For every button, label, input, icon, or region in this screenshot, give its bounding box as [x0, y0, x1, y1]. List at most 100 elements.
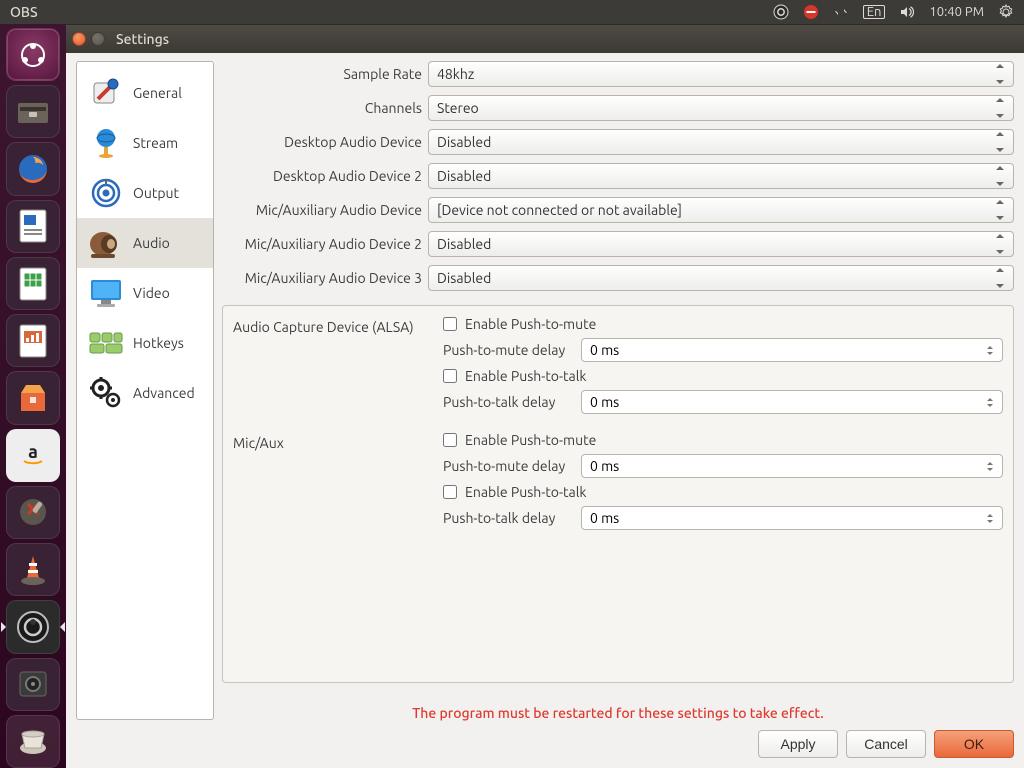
combo-value: 48khz [437, 66, 474, 82]
launcher-trash[interactable] [6, 715, 60, 768]
settings-main: Sample Rate 48khz Channels Stereo Deskto… [222, 61, 1014, 720]
sample-rate-select[interactable]: 48khz [428, 61, 1014, 87]
spin-icon [996, 132, 1010, 152]
spin-icon [987, 393, 999, 411]
sidebar-item-label: Audio [133, 235, 170, 251]
clock[interactable]: 10:40 PM [929, 5, 984, 19]
audio-icon [87, 224, 125, 262]
alsa-ptm-enable[interactable]: Enable Push-to-mute [443, 316, 1003, 332]
checkbox-label: Enable Push-to-mute [465, 316, 596, 332]
video-icon [87, 274, 125, 312]
micaux-ptt-delay-input[interactable]: 0 ms [581, 506, 1003, 530]
desktop-audio-select[interactable]: Disabled [428, 129, 1014, 155]
spinbox-value: 0 ms [590, 394, 619, 410]
combo-value: Disabled [437, 168, 491, 184]
spin-icon [996, 98, 1010, 118]
checkbox-label: Enable Push-to-talk [465, 484, 586, 500]
window-title: Settings [116, 31, 169, 47]
apply-button[interactable]: Apply [758, 730, 838, 758]
checkbox[interactable] [443, 485, 457, 499]
alsa-ptt-enable[interactable]: Enable Push-to-talk [443, 368, 1003, 384]
settings-sidebar: General Stream Output Audio Video [76, 61, 214, 720]
close-icon[interactable] [72, 32, 86, 46]
hotkeys-icon [87, 324, 125, 362]
alsa-ptm-delay-input[interactable]: 0 ms [581, 338, 1003, 362]
micaux-ptt-enable[interactable]: Enable Push-to-talk [443, 484, 1003, 500]
launcher-calc[interactable] [6, 257, 60, 310]
sidebar-item-label: General [133, 85, 182, 101]
launcher-impress[interactable] [6, 314, 60, 367]
sidebar-item-advanced[interactable]: Advanced [77, 368, 213, 418]
combo-value: Disabled [437, 134, 491, 150]
window-titlebar[interactable]: Settings [66, 25, 1024, 53]
settings-window: Settings General Stream Output [66, 24, 1024, 768]
launcher-files[interactable] [6, 85, 60, 138]
launcher-vlc[interactable] [6, 543, 60, 596]
combo-value: Disabled [437, 236, 491, 252]
mic-aux-select[interactable]: [Device not connected or not available] [428, 197, 1014, 223]
launcher-firefox[interactable] [6, 142, 60, 195]
sidebar-item-output[interactable]: Output [77, 168, 213, 218]
micaux-ptm-enable[interactable]: Enable Push-to-mute [443, 432, 1003, 448]
spin-icon [987, 509, 999, 527]
launcher-settings[interactable] [6, 486, 60, 539]
launcher-dash[interactable] [6, 28, 60, 81]
mic-aux3-label: Mic/Auxiliary Audio Device 3 [222, 270, 422, 286]
sidebar-item-label: Advanced [133, 385, 195, 401]
micaux-ptm-delay-input[interactable]: 0 ms [581, 454, 1003, 478]
sidebar-item-general[interactable]: General [77, 68, 213, 118]
spin-icon [996, 64, 1010, 84]
dialog-footer: Apply Cancel OK [76, 720, 1014, 758]
desktop-audio2-label: Desktop Audio Device 2 [222, 168, 422, 184]
menubar-title: OBS [10, 4, 38, 20]
restart-warning: The program must be restarted for these … [222, 705, 1014, 721]
spinbox-value: 0 ms [590, 458, 619, 474]
sidebar-item-label: Video [133, 285, 170, 301]
alsa-ptt-delay-input[interactable]: 0 ms [581, 390, 1003, 414]
micaux-ptt-delay-label: Push-to-talk delay [443, 510, 571, 526]
micaux-ptm-delay-label: Push-to-mute delay [443, 458, 571, 474]
sidebar-item-label: Output [133, 185, 179, 201]
mic-aux2-label: Mic/Auxiliary Audio Device 2 [222, 236, 422, 252]
launcher-software[interactable] [6, 371, 60, 424]
desktop-audio2-select[interactable]: Disabled [428, 163, 1014, 189]
system-menubar: OBS En 10:40 PM [0, 0, 1024, 24]
unity-launcher: a [0, 24, 66, 768]
gear-icon[interactable] [998, 4, 1014, 20]
mic-aux2-select[interactable]: Disabled [428, 231, 1014, 257]
keyboard-layout-icon[interactable]: En [863, 5, 886, 19]
mic-aux3-select[interactable]: Disabled [428, 265, 1014, 291]
channels-select[interactable]: Stereo [428, 95, 1014, 121]
system-tray: En 10:40 PM [773, 4, 1018, 20]
no-entry-icon[interactable] [803, 4, 819, 20]
spinbox-value: 0 ms [590, 342, 619, 358]
ok-button[interactable]: OK [934, 730, 1014, 758]
alsa-ptm-delay-label: Push-to-mute delay [443, 342, 571, 358]
sidebar-item-hotkeys[interactable]: Hotkeys [77, 318, 213, 368]
launcher-safe[interactable] [6, 658, 60, 711]
checkbox[interactable] [443, 317, 457, 331]
network-icon[interactable] [833, 4, 849, 20]
launcher-obs[interactable] [6, 600, 60, 653]
spin-icon [996, 234, 1010, 254]
stream-icon [87, 124, 125, 162]
launcher-writer[interactable] [6, 200, 60, 253]
checkbox-label: Enable Push-to-talk [465, 368, 586, 384]
launcher-amazon[interactable]: a [6, 429, 60, 482]
advanced-icon [87, 374, 125, 412]
group-micaux-title: Mic/Aux [233, 432, 439, 530]
obs-tray-icon[interactable] [773, 4, 789, 20]
spin-icon [987, 341, 999, 359]
spinbox-value: 0 ms [590, 510, 619, 526]
checkbox[interactable] [443, 433, 457, 447]
volume-icon[interactable] [899, 4, 915, 20]
spin-icon [996, 200, 1010, 220]
sidebar-item-video[interactable]: Video [77, 268, 213, 318]
sidebar-item-stream[interactable]: Stream [77, 118, 213, 168]
combo-value: Disabled [437, 270, 491, 286]
cancel-button[interactable]: Cancel [846, 730, 926, 758]
sidebar-item-audio[interactable]: Audio [77, 218, 213, 268]
output-icon [87, 174, 125, 212]
checkbox[interactable] [443, 369, 457, 383]
minimize-icon[interactable] [91, 32, 105, 46]
